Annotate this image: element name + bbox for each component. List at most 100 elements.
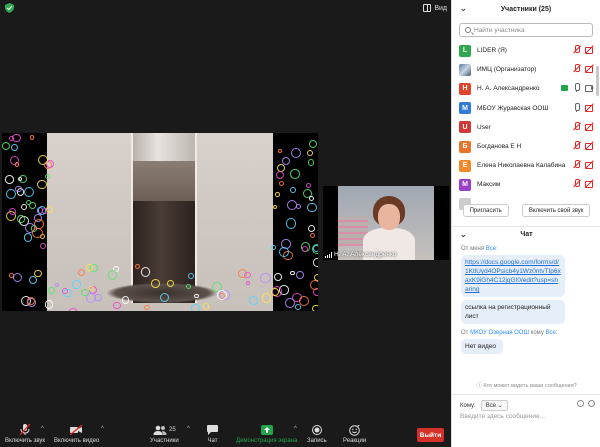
bokeh-ring [11,144,18,151]
participants-options-caret[interactable]: ^ [187,426,190,432]
participants-button[interactable]: 25 Участники [150,424,179,444]
video-options-caret[interactable]: ^ [101,426,104,432]
bokeh-ring [310,280,318,290]
collapse-chat-icon[interactable]: ⌄ [460,230,467,239]
mic-icon [572,83,581,92]
audio-options-caret[interactable]: ^ [41,426,44,432]
chat-messages: От меня Все: https://docs.google.com/for… [452,244,600,354]
participants-title: Участники (25) [501,6,551,13]
bokeh-ring [188,273,194,279]
meeting-area: Вид Н. А. Александренко Включить звук ^ … [0,0,451,447]
collapse-participants-icon[interactable]: ⌄ [460,4,467,13]
participant-row[interactable]: L LIDER (Я) [452,41,600,60]
participant-row[interactable]: Б Богданова Е Н [452,137,600,156]
bokeh-ring [108,270,118,280]
bokeh-ring [271,245,276,250]
participant-avatar: М [459,179,471,191]
shield-icon[interactable] [5,3,14,13]
participants-actions: Пригласить Включить свой звук [452,204,600,217]
camera-off-icon [70,425,83,435]
participant-search-input[interactable]: Найти участника [459,23,593,37]
participants-scrollbar[interactable] [596,66,599,96]
share-screen-button[interactable]: Демонстрация экрана [236,424,297,444]
recipient-row: Кому: Все ⌄ [460,400,508,411]
participant-row[interactable]: ИМЦ (Организатор) [452,60,600,79]
bokeh-ring [279,181,284,186]
bokeh-ring [290,271,294,275]
recipient-select[interactable]: Все ⌄ [481,400,508,411]
view-label: Вид [434,5,447,12]
bokeh-ring [122,296,129,303]
participants-list: L LIDER (Я) ИМЦ (Организатор) Н Н. А. Алекса… [452,41,600,214]
participant-row[interactable]: М Максим [452,175,600,194]
participants-icon [153,425,167,435]
mic-muted-icon [572,45,581,54]
bokeh-ring [86,264,93,271]
chat-header: ⌄ Чат [452,226,600,242]
view-button[interactable]: Вид [423,2,447,14]
chat-message: ссылка на регистрационный лист [461,300,565,324]
participant-avatar: М [459,102,471,114]
bokeh-ring [291,148,301,158]
side-panel: ⌄ Участники (25) Найти участника L LIDER … [451,0,600,447]
unmute-button[interactable]: Включить звук [5,424,45,444]
message-meta: От меня Все: [452,246,600,252]
mic-muted-icon [572,179,581,188]
bokeh-ring [113,302,120,309]
signal-icon [325,252,332,258]
invite-button[interactable]: Пригласить [463,204,509,217]
leave-button[interactable]: Выйти [417,428,444,442]
participant-avatar [459,64,471,76]
chat-button[interactable]: Чат [207,424,218,444]
bokeh-ring [6,189,16,199]
bokeh-ring [27,297,35,305]
top-bar: Вид [0,0,451,16]
bokeh-ring [312,305,318,311]
participant-avatar: Б [459,141,471,153]
bokeh-ring [24,187,35,198]
bokeh-ring [40,243,46,249]
unmute-self-button[interactable]: Включить свой звук [522,204,591,217]
shared-video[interactable] [2,133,318,311]
share-options-caret[interactable]: ^ [294,426,297,432]
camera-icon [585,83,594,92]
bokeh-ring [313,245,318,252]
bokeh-ring [151,279,160,288]
start-video-button[interactable]: Включить видео [54,424,99,444]
meeting-toolbar: Включить звук ^ Включить видео ^ 25 Учас… [0,423,451,447]
mic-muted-icon [572,122,581,131]
compose-tools [577,400,595,407]
chat-icon [207,425,218,435]
bokeh-ring [307,203,316,212]
record-button[interactable]: Запись [307,424,327,444]
bokeh-ring [299,296,309,306]
reactions-button[interactable]: Реакции [343,424,366,444]
more-options-icon[interactable] [588,400,595,407]
file-icon[interactable] [577,400,584,407]
participant-avatar: Е [459,160,471,172]
bokeh-ring [135,264,140,269]
participant-avatar: L [459,45,471,57]
thumbnail-name: Н. А. Александренко [325,251,397,258]
video-frame [47,133,273,311]
form-link[interactable]: https://docs.google.com/forms/d/1KtlUyd4… [465,259,561,293]
bokeh-ring [24,233,33,242]
grid-icon [423,4,431,12]
chat-input[interactable]: Введите здесь сообщение... [460,413,545,420]
participant-thumbnail[interactable]: Н. А. Александренко [323,186,449,260]
bokeh-ring [273,205,277,209]
who-can-see-link[interactable]: ⓘ Кто может видеть ваши сообщения? [452,381,600,389]
participant-row[interactable]: Н Н. А. Александренко [452,79,600,98]
bokeh-ring [144,305,150,311]
participant-avatar: U [459,121,471,133]
mic-muted-icon [20,424,30,436]
participants-header: ⌄ Участники (25) [452,0,600,18]
bokeh-ring [306,183,311,188]
chat-title: Чат [520,231,532,238]
participant-row[interactable]: Е Елена Николаевна Калабина [452,156,600,175]
participant-row[interactable]: U User [452,118,600,137]
bokeh-ring [191,304,200,311]
participant-row[interactable]: М МБОУ Журавская ООШ [452,99,600,118]
chat-compose: Кому: Все ⌄ Введите здесь сообщение... [452,394,600,447]
camera-off-icon [585,103,594,112]
